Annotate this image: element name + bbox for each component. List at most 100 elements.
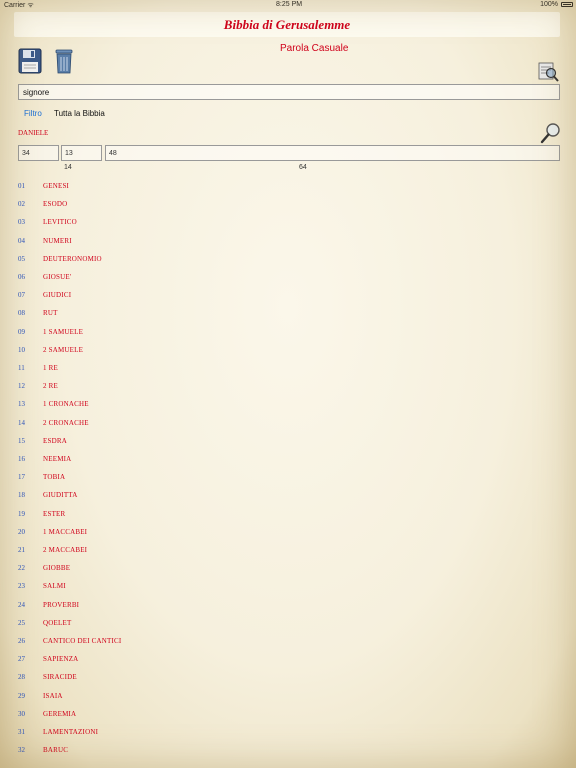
book-number: 10 <box>18 345 25 354</box>
book-list-item[interactable]: 22 GIOBBE <box>0 564 300 578</box>
book-list-item[interactable]: 25 QOELET <box>0 619 300 633</box>
book-list-item[interactable]: 09 1 SAMUELE <box>0 328 300 342</box>
search-input[interactable] <box>18 84 560 100</box>
carrier-label: Carrier ᯤ <box>4 2 34 9</box>
filter-scope-label[interactable]: Tutta la Bibbia <box>54 109 105 118</box>
book-number: 03 <box>18 218 25 227</box>
book-number: 13 <box>18 400 25 409</box>
book-list-item[interactable]: 30 GEREMIA <box>0 710 300 724</box>
book-list-item[interactable]: 31 LAMENTAZIONI <box>0 728 300 742</box>
book-list-item[interactable]: 20 1 MACCABEI <box>0 528 300 542</box>
book-title: ESTER <box>43 509 66 518</box>
book-title: QOELET <box>43 618 72 627</box>
book-number: 26 <box>18 637 25 645</box>
filter-button[interactable]: Filtro <box>24 109 42 118</box>
book-title: ISAIA <box>43 691 63 700</box>
book-number: 30 <box>18 709 25 718</box>
book-title: TOBIA <box>43 473 66 482</box>
battery-percent: 100% <box>540 1 558 8</box>
trash-icon[interactable] <box>54 48 74 74</box>
book-list-item[interactable]: 08 RUT <box>0 309 300 323</box>
book-number: 29 <box>18 691 25 700</box>
book-list-item[interactable]: 29 ISAIA <box>0 692 300 706</box>
book-list-item[interactable]: 15 ESDRA <box>0 437 300 451</box>
book-list-item[interactable]: 18 GIUDITTA <box>0 491 300 505</box>
book-number: 06 <box>18 273 25 281</box>
book-number: 17 <box>18 473 25 482</box>
book-title: 2 SAMUELE <box>43 345 84 354</box>
book-title: LEVITICO <box>43 218 77 227</box>
book-list-item[interactable]: 28 SIRACIDE <box>0 673 300 687</box>
book-title: GENESI <box>43 182 70 190</box>
book-number: 15 <box>18 436 25 445</box>
book-title: LAMENTAZIONI <box>43 728 99 736</box>
book-title: 2 RE <box>43 382 58 391</box>
book-number: 16 <box>18 455 25 463</box>
book-title: NEEMIA <box>43 455 72 463</box>
book-title: SIRACIDE <box>43 673 77 682</box>
book-title: CANTICO DEI CANTICI <box>43 637 122 645</box>
book-number: 14 <box>18 418 25 427</box>
status-bar: Carrier ᯤ 8:25 PM 100% <box>0 0 576 10</box>
book-title: RUT <box>43 309 58 318</box>
book-number: 18 <box>18 491 25 500</box>
book-title: SALMI <box>43 582 66 591</box>
book-list-item[interactable]: 17 TOBIA <box>0 473 300 487</box>
book-title: GEREMIA <box>43 709 77 718</box>
book-number: 28 <box>18 673 25 682</box>
book-number-field[interactable] <box>18 145 59 161</box>
book-number: 23 <box>18 582 25 591</box>
book-list-item[interactable]: 23 SALMI <box>0 582 300 596</box>
verse-field[interactable] <box>105 145 560 161</box>
book-list-item[interactable]: 05 DEUTERONOMIO <box>0 255 300 269</box>
book-number: 25 <box>18 618 25 627</box>
book-number: 09 <box>18 327 25 336</box>
random-word-button[interactable]: Parola Casuale <box>280 43 348 54</box>
book-title: ESDRA <box>43 436 67 445</box>
book-list-item[interactable]: 11 1 RE <box>0 364 300 378</box>
book-title: 2 MACCABEI <box>43 546 88 554</box>
title-bar: Bibbia di Gerusalemme <box>14 12 560 37</box>
book-list-item[interactable]: 14 2 CRONACHE <box>0 419 300 433</box>
book-list-item[interactable]: 19 ESTER <box>0 510 300 524</box>
book-number: 08 <box>18 309 25 318</box>
book-number: 02 <box>18 200 25 209</box>
book-list-item[interactable]: 01 GENESI <box>0 182 300 196</box>
search-settings-icon[interactable] <box>537 60 559 82</box>
chapter-field[interactable] <box>61 145 102 161</box>
book-list-item[interactable]: 12 2 RE <box>0 382 300 396</box>
book-title: 2 CRONACHE <box>43 418 89 427</box>
book-number: 07 <box>18 291 25 300</box>
book-number: 11 <box>18 364 25 372</box>
app-title: Bibbia di Gerusalemme <box>223 16 351 32</box>
book-list-item[interactable]: 26 CANTICO DEI CANTICI <box>0 637 300 651</box>
book-number: 20 <box>18 527 25 536</box>
book-list-item[interactable]: 24 PROVERBI <box>0 601 300 615</box>
book-title: DEUTERONOMIO <box>43 254 102 263</box>
book-title: ESODO <box>43 200 68 209</box>
book-number: 27 <box>18 655 25 664</box>
book-list-item[interactable]: 13 1 CRONACHE <box>0 400 300 414</box>
book-list-item[interactable]: 27 SAPIENZA <box>0 655 300 669</box>
book-list-item[interactable]: 07 GIUDICI <box>0 291 300 305</box>
book-list-item[interactable]: 21 2 MACCABEI <box>0 546 300 560</box>
book-list-item[interactable]: 32 BARUC <box>0 746 300 760</box>
battery-icon <box>561 2 573 7</box>
book-title: 1 MACCABEI <box>43 527 88 536</box>
status-time: 8:25 PM <box>276 1 303 8</box>
book-title: 1 SAMUELE <box>43 327 84 336</box>
save-icon[interactable] <box>18 48 42 74</box>
book-number: 12 <box>18 382 25 391</box>
magnifier-icon[interactable] <box>540 122 562 144</box>
book-list-item[interactable]: 04 NUMERI <box>0 237 300 251</box>
book-list-item[interactable]: 02 ESODO <box>0 200 300 214</box>
book-number: 21 <box>18 546 25 554</box>
book-list-item[interactable]: 06 GIOSUE' <box>0 273 300 287</box>
book-number: 01 <box>18 182 25 190</box>
book-number: 24 <box>18 600 25 609</box>
book-number: 04 <box>18 236 25 245</box>
book-list-item[interactable]: 16 NEEMIA <box>0 455 300 469</box>
book-list-item[interactable]: 03 LEVITICO <box>0 218 300 232</box>
book-title: GIOSUE' <box>43 273 72 281</box>
book-list-item[interactable]: 10 2 SAMUELE <box>0 346 300 360</box>
